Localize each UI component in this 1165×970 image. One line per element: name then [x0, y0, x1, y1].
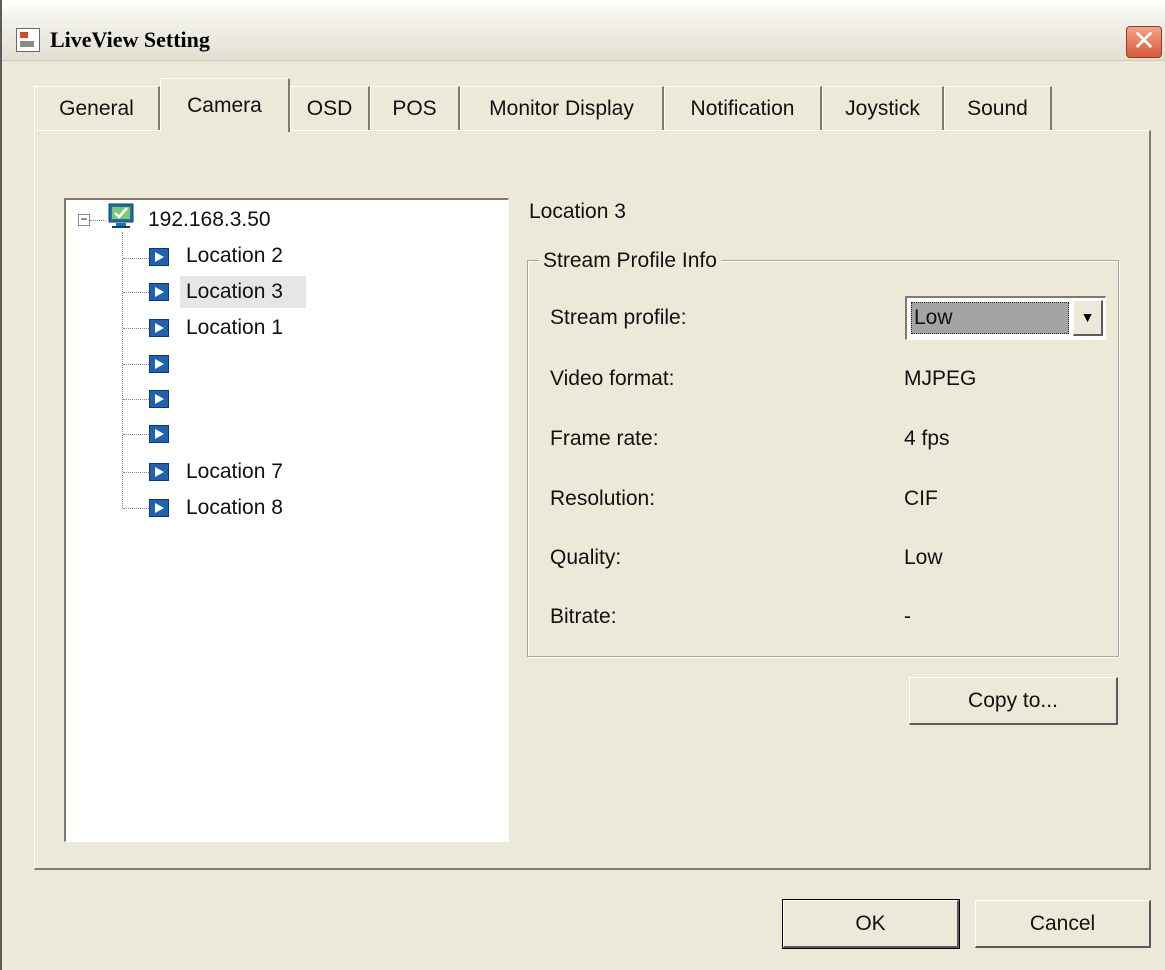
stream-profile-select[interactable]: Low ▼ — [905, 296, 1106, 340]
tab-camera[interactable]: Camera — [160, 78, 290, 132]
bitrate-label: Bitrate: — [550, 605, 617, 628]
tree-root-label[interactable]: 192.168.3.50 — [148, 207, 271, 233]
tree-connector — [123, 258, 149, 259]
tree-connector — [123, 472, 149, 473]
collapse-icon[interactable]: − — [78, 213, 90, 226]
camera-icon — [149, 390, 169, 408]
resolution-label: Resolution: — [550, 487, 656, 510]
quality-label: Quality: — [550, 546, 622, 569]
frame-rate-value: 4 fps — [904, 427, 950, 450]
video-format-label: Video format: — [550, 367, 675, 390]
tab-joystick[interactable]: Joystick — [822, 86, 944, 130]
liveview-setting-dialog: LiveView Setting ✕ General Camera OSD PO… — [0, 0, 1165, 970]
close-button[interactable]: ✕ — [1126, 26, 1162, 58]
app-settings-icon — [16, 28, 40, 52]
quality-value: Low — [904, 546, 943, 569]
bitrate-value: - — [904, 605, 911, 628]
resolution-value: CIF — [904, 487, 938, 510]
tab-general[interactable]: General — [34, 86, 160, 130]
window-title: LiveView Setting — [50, 27, 210, 52]
tree-item-location-1[interactable]: Location 1 — [186, 315, 283, 341]
ok-button[interactable]: OK — [782, 899, 960, 949]
tab-monitor-display[interactable]: Monitor Display — [460, 86, 664, 130]
camera-icon — [149, 283, 169, 301]
frame-rate-label: Frame rate: — [550, 427, 659, 450]
tree-connector — [122, 232, 123, 508]
camera-icon — [149, 319, 169, 337]
monitor-icon — [108, 203, 134, 228]
camera-icon — [149, 425, 169, 443]
camera-icon — [149, 248, 169, 266]
video-format-value: MJPEG — [904, 367, 977, 390]
tree-connector — [123, 328, 149, 329]
tab-notification[interactable]: Notification — [664, 86, 822, 130]
tree-connector — [123, 508, 149, 509]
tree-connector — [123, 434, 149, 435]
tree-item-location-7[interactable]: Location 7 — [186, 459, 283, 485]
cancel-button[interactable]: Cancel — [975, 900, 1151, 948]
tab-pos[interactable]: POS — [370, 86, 460, 130]
tree-connector — [123, 364, 149, 365]
tree-item-location-3[interactable]: Location 3 — [186, 279, 283, 305]
groupbox-title: Stream Profile Info — [539, 249, 721, 273]
camera-icon — [149, 355, 169, 373]
camera-icon — [149, 463, 169, 481]
title-bar: LiveView Setting ✕ — [2, 0, 1165, 61]
stream-profile-value[interactable]: Low — [911, 302, 1069, 334]
tab-sound[interactable]: Sound — [944, 86, 1052, 130]
selected-location-title: Location 3 — [529, 200, 626, 223]
tree-item-location-2[interactable]: Location 2 — [186, 243, 283, 269]
tree-item-location-8[interactable]: Location 8 — [186, 495, 283, 521]
tree-connector — [90, 220, 106, 221]
chevron-down-icon[interactable]: ▼ — [1073, 300, 1103, 336]
tab-osd[interactable]: OSD — [290, 86, 370, 130]
stream-profile-label: Stream profile: — [550, 306, 687, 329]
tree-connector — [123, 292, 149, 293]
tree-connector — [123, 399, 149, 400]
camera-icon — [149, 499, 169, 517]
copy-to-button[interactable]: Copy to... — [909, 677, 1118, 725]
